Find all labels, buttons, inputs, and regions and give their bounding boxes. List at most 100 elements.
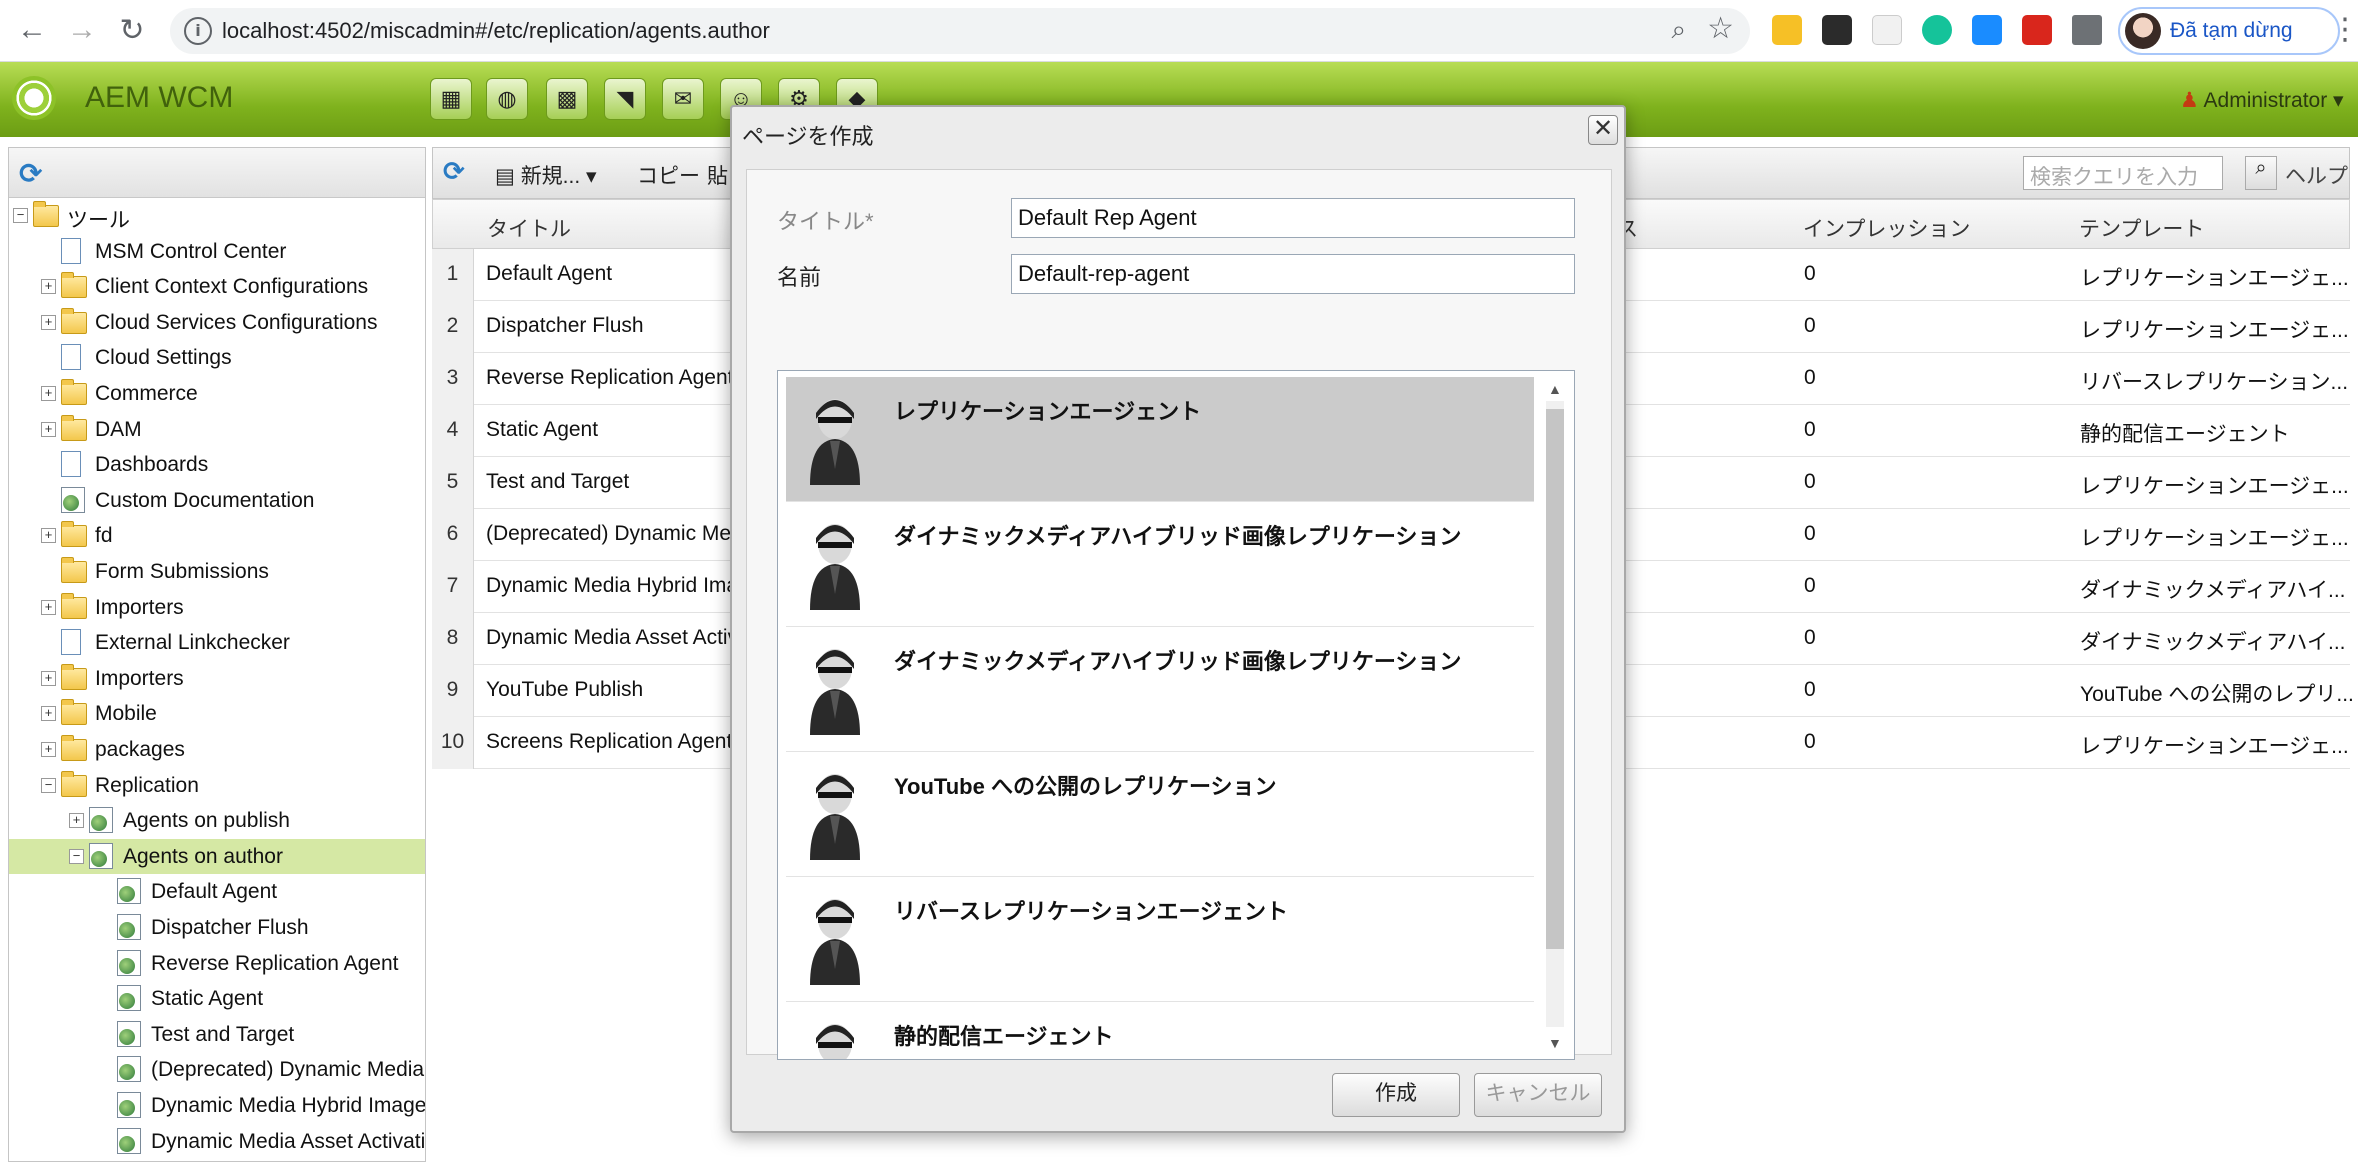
create-button[interactable]: 作成 [1332, 1073, 1460, 1117]
row-number: 7 [432, 561, 474, 613]
expand-icon[interactable]: + [41, 386, 56, 401]
tree-item[interactable]: + fd [9, 518, 425, 553]
tree-item[interactable]: + Client Context Configurations [9, 269, 425, 304]
reload-icon[interactable]: ↻ [110, 8, 154, 52]
expand-icon[interactable]: + [41, 670, 56, 686]
back-icon[interactable]: ← [10, 8, 54, 52]
expand-icon[interactable]: + [41, 279, 56, 295]
zoom-icon[interactable]: ⌕ [1671, 14, 1686, 46]
acrobat-icon[interactable] [2022, 15, 2052, 45]
tree-item[interactable]: + packages [9, 732, 425, 767]
tree-item-label: Importers [95, 666, 184, 690]
expand-icon[interactable]: + [41, 706, 56, 722]
folder-icon [61, 770, 87, 797]
tree-item[interactable]: − Replication [9, 768, 425, 803]
expand-icon[interactable]: + [41, 528, 56, 544]
tree-item[interactable]: MSM Control Center [9, 234, 425, 269]
bookmark-star-icon[interactable]: ☆ [1707, 11, 1734, 46]
tree-item[interactable]: + Importers [9, 661, 425, 696]
grammarly-icon[interactable] [1922, 15, 1952, 45]
cell-title: Static Agent [486, 418, 599, 441]
profile-button[interactable]: Đã tạm dừng [2118, 7, 2340, 55]
browser-menu-icon[interactable]: ⋮ [2330, 12, 2358, 47]
search-input[interactable]: 検索クエリを入力 [2023, 156, 2223, 190]
template-item[interactable]: YouTube への公開のレプリケーション [786, 752, 1534, 877]
template-list-scrollbar[interactable]: ▲ ▼ [1540, 375, 1568, 1055]
tree-item[interactable]: Dispatcher Flush [9, 910, 425, 945]
expand-icon[interactable]: + [69, 813, 84, 829]
extension-m-icon[interactable] [1772, 15, 1802, 45]
tree-item[interactable]: Default Agent [9, 874, 425, 909]
site-info-icon[interactable]: i [184, 17, 212, 45]
tree-item[interactable]: + Importers [9, 590, 425, 625]
extension-plus-icon[interactable] [1872, 15, 1902, 45]
tree-item[interactable]: Dashboards [9, 447, 425, 482]
scroll-thumb[interactable] [1546, 409, 1564, 949]
tree-item[interactable]: Cloud Settings [9, 340, 425, 375]
scroll-down-icon[interactable]: ▼ [1548, 1035, 1562, 1051]
column-header-template[interactable]: テンプレート [2079, 213, 2204, 243]
tree-item-label: DAM [95, 417, 142, 441]
tree-item[interactable]: − Agents on author [9, 838, 425, 874]
name-field[interactable] [1011, 254, 1575, 294]
template-item[interactable]: ダイナミックメディアハイブリッド画像レプリケーション [786, 502, 1534, 627]
help-button[interactable]: ヘルプ [2285, 160, 2348, 190]
cancel-button[interactable]: キャンセル [1474, 1073, 1602, 1117]
tree-item[interactable]: External Linkchecker [9, 625, 425, 660]
copy-button[interactable]: コピー [637, 160, 700, 190]
close-icon[interactable]: ✕ [1588, 115, 1618, 145]
sitemap-icon[interactable]: ▦ [430, 78, 472, 120]
campaign-icon[interactable]: ◥ [604, 78, 646, 120]
tree-item[interactable]: + Commerce [9, 376, 425, 411]
tree-item[interactable]: Reverse Replication Agent [9, 946, 425, 981]
template-item[interactable]: リバースレプリケーションエージェント [786, 877, 1534, 1002]
address-bar[interactable]: i localhost:4502/miscadmin#/etc/replicat… [170, 8, 1750, 54]
column-header-impressions[interactable]: インプレッション [1803, 213, 1970, 243]
expand-icon[interactable]: + [41, 421, 56, 437]
user-icon: ♟ [2180, 89, 2199, 112]
tree-item[interactable]: (Deprecated) Dynamic Media Ag [9, 1052, 425, 1087]
tree-item[interactable]: + Cloud Services Configurations [9, 305, 425, 340]
extension-check-icon[interactable] [1822, 15, 1852, 45]
row-number: 10 [432, 717, 474, 769]
template-item[interactable]: 静的配信エージェント [786, 1002, 1534, 1059]
tree-item[interactable]: Dynamic Media Asset Activation [9, 1124, 425, 1159]
template-item[interactable]: ダイナミックメディアハイブリッド画像レプリケーション [786, 627, 1534, 752]
mail-icon[interactable]: ✉ [662, 78, 704, 120]
extensions-puzzle-icon[interactable] [2072, 15, 2102, 45]
agent-figure-icon [810, 649, 860, 735]
refresh-icon[interactable]: ⟳ [19, 157, 49, 189]
globe-icon[interactable]: ◍ [486, 78, 528, 120]
image-icon[interactable]: ▩ [546, 78, 588, 120]
expand-icon[interactable]: + [41, 599, 56, 615]
scroll-up-icon[interactable]: ▲ [1548, 381, 1562, 397]
expand-icon[interactable]: + [41, 742, 56, 757]
tree-item[interactable]: Form Submissions [9, 554, 425, 589]
extension-drop-icon[interactable] [1972, 15, 2002, 45]
tree-item[interactable]: + Mobile [9, 696, 425, 731]
title-field[interactable] [1011, 198, 1575, 238]
template-item[interactable]: レプリケーションエージェント [786, 377, 1534, 502]
tree-item[interactable]: Test and Target [9, 1017, 425, 1052]
tree-item[interactable]: Custom Documentation [9, 483, 425, 518]
aem-logo-icon[interactable] [12, 76, 56, 120]
user-menu[interactable]: ♟ Administrator ▾ [2180, 88, 2344, 113]
collapse-icon[interactable]: − [41, 777, 56, 793]
url-text[interactable]: localhost:4502/miscadmin#/etc/replicatio… [222, 18, 770, 44]
tree-item[interactable]: + Agents on publish [9, 803, 425, 838]
collapse-icon[interactable]: − [13, 208, 28, 223]
tree-item[interactable]: − ツール [9, 198, 425, 233]
paste-button[interactable]: 貼 [707, 160, 728, 190]
expand-icon[interactable]: + [41, 314, 56, 330]
refresh-icon[interactable]: ⟳ [443, 156, 465, 187]
forward-icon[interactable]: → [60, 8, 104, 52]
collapse-icon[interactable]: − [69, 848, 84, 864]
aem-title: AEM WCM [85, 81, 234, 114]
tree-item[interactable]: + DAM [9, 412, 425, 447]
search-icon[interactable]: ⌕ [2245, 156, 2277, 190]
agent-icon [117, 878, 141, 905]
new-button[interactable]: ▤ 新規... ▾ [495, 160, 597, 190]
tree-item[interactable]: Static Agent [9, 981, 425, 1016]
column-header-title[interactable]: タイトル [487, 213, 571, 243]
tree-item[interactable]: Dynamic Media Hybrid Image Re [9, 1088, 425, 1123]
